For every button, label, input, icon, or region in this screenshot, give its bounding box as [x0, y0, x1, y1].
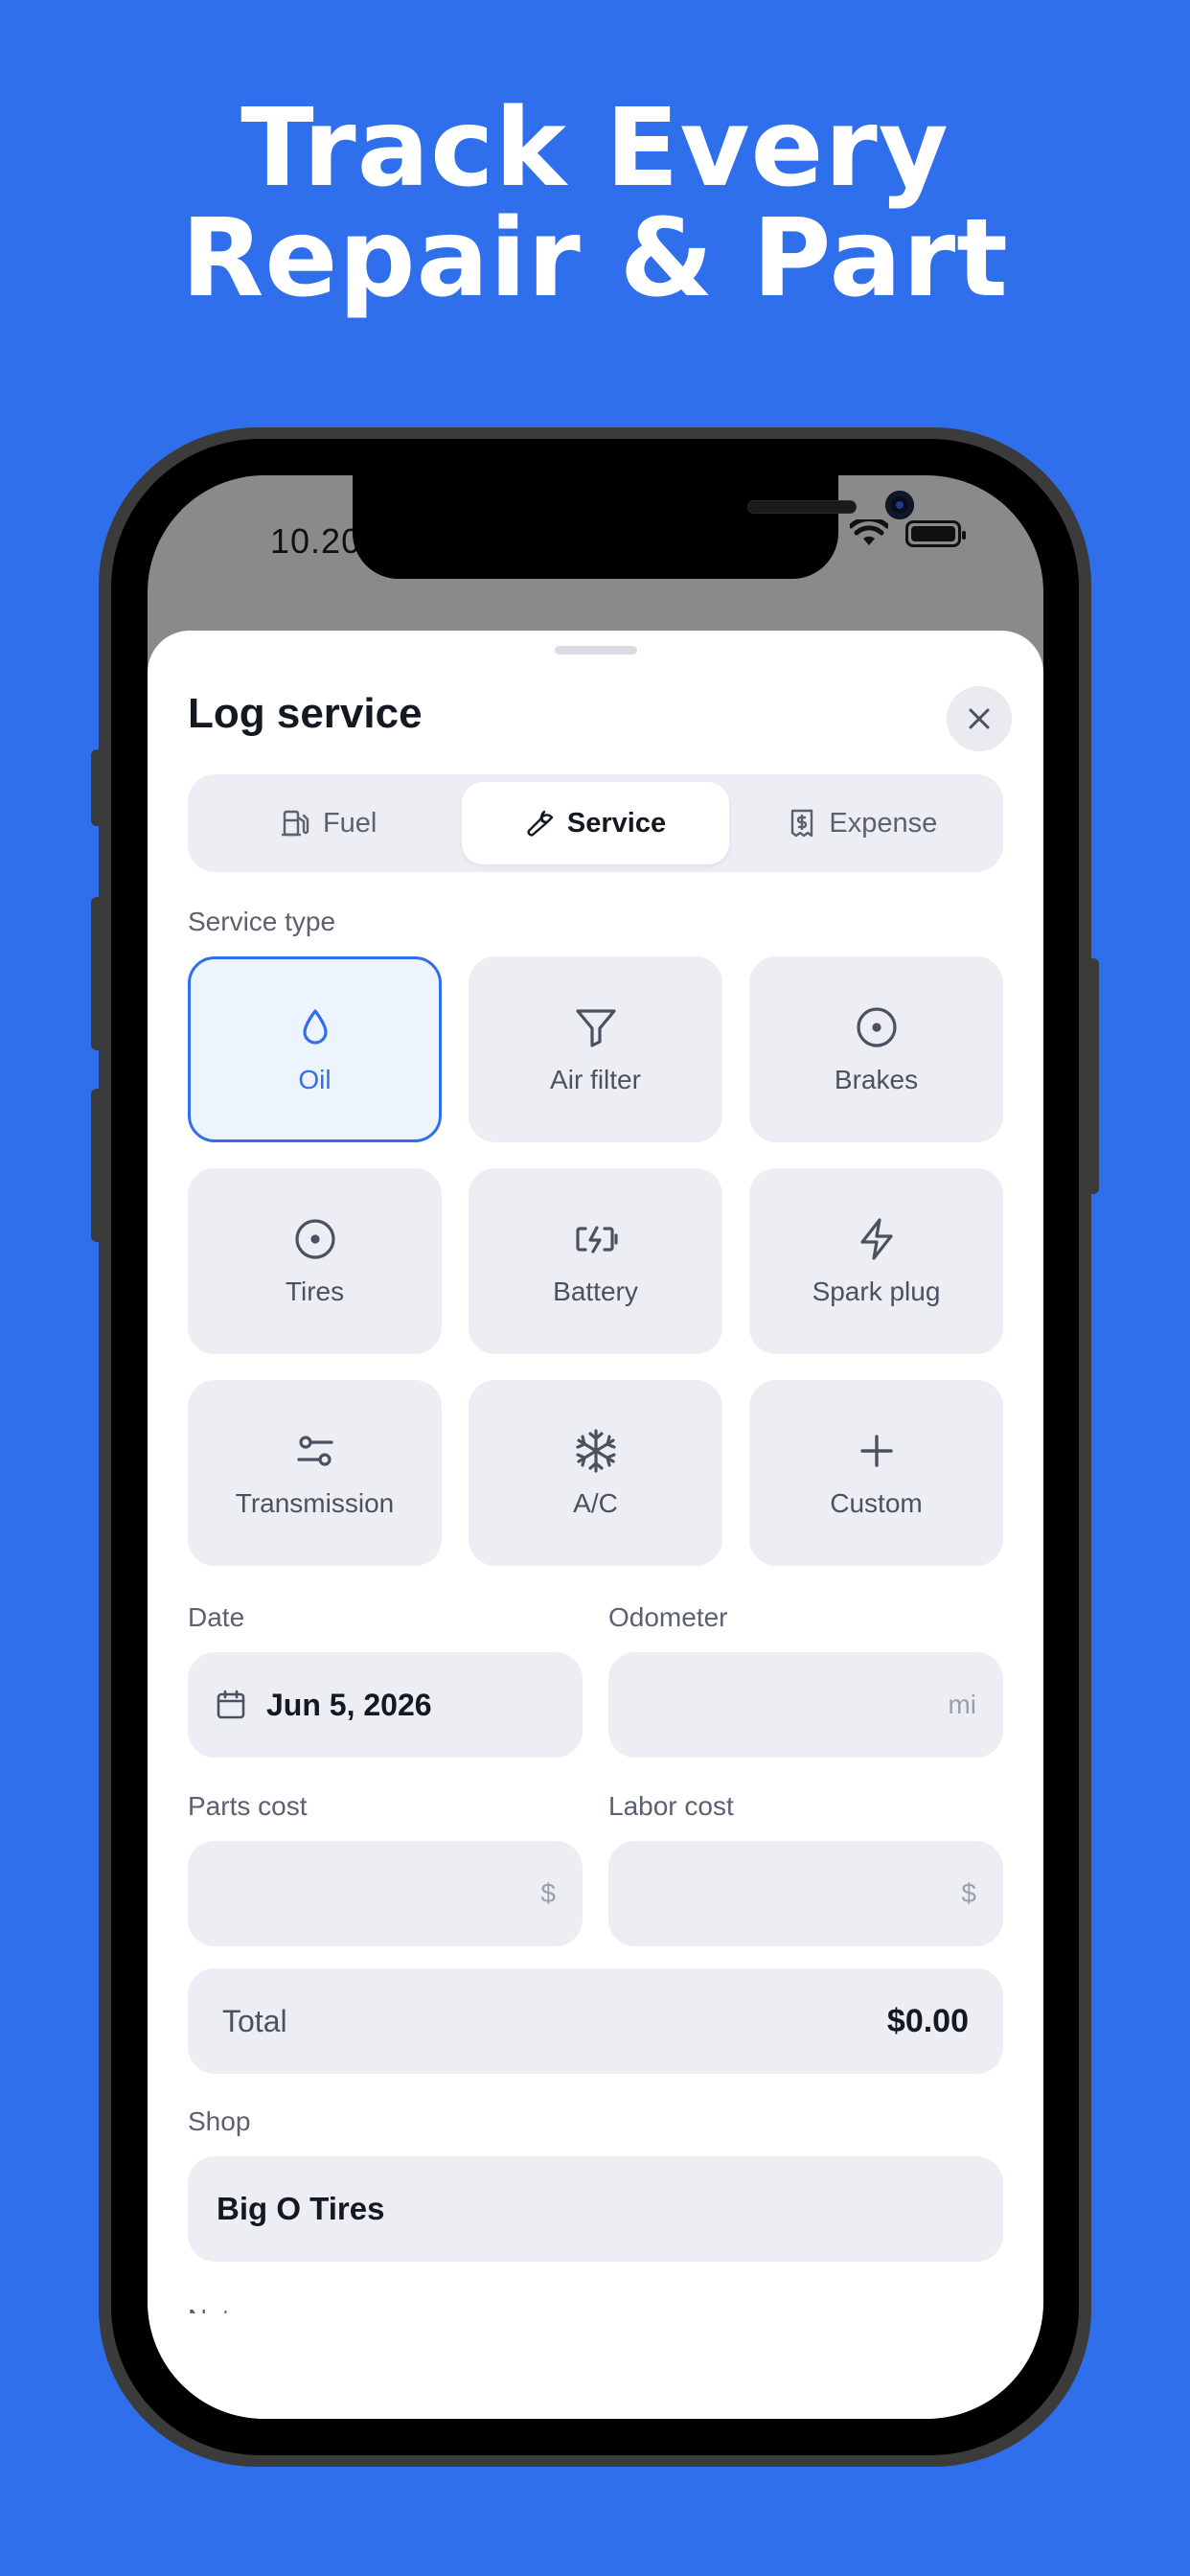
speaker-grille: [747, 500, 857, 514]
parts-cost-field[interactable]: $: [188, 1841, 583, 1946]
close-button[interactable]: [947, 686, 1012, 751]
tire-icon: [294, 1219, 335, 1259]
filter-icon: [575, 1009, 616, 1047]
service-type-transmission[interactable]: Transmission: [188, 1380, 442, 1566]
odometer-field[interactable]: mi: [608, 1652, 1003, 1758]
service-type-transmission-label: Transmission: [235, 1488, 395, 1518]
service-type-oil-label: Oil: [298, 1065, 332, 1094]
service-type-battery[interactable]: Battery: [469, 1168, 722, 1354]
service-type-spark-plug-label: Spark plug: [812, 1276, 941, 1306]
close-icon: [969, 708, 990, 729]
total-value: $0.00: [886, 2002, 969, 2039]
volume-down-button: [91, 1089, 104, 1242]
shop-label: Shop: [188, 2106, 251, 2136]
date-field[interactable]: Jun 5, 2026: [188, 1652, 583, 1758]
odometer-label: Odometer: [608, 1602, 728, 1632]
oil-drop-icon: [302, 1009, 328, 1045]
service-type-tires-label: Tires: [285, 1276, 345, 1306]
phone-screen: 10.20 Log service Fuel Service Expense S…: [148, 475, 1043, 2419]
service-type-ac-label: A/C: [573, 1488, 618, 1518]
log-service-sheet: Log service Fuel Service Expense Service…: [148, 631, 1043, 2419]
labor-cost-unit: $: [961, 1878, 976, 1908]
mute-switch: [91, 749, 104, 826]
sliders-icon: [296, 1436, 333, 1466]
shop-field[interactable]: Big O Tires: [188, 2156, 1003, 2262]
power-button: [1086, 958, 1099, 1194]
headline-line-1: Track Every: [240, 86, 950, 211]
wifi-icon: [850, 519, 888, 545]
wrench-icon: [527, 810, 554, 837]
plus-icon: [859, 1435, 893, 1467]
tab-fuel-label: Fuel: [322, 807, 378, 839]
service-type-oil[interactable]: Oil: [188, 956, 442, 1142]
tab-service-label: Service: [566, 807, 667, 839]
tab-fuel[interactable]: Fuel: [195, 782, 462, 864]
total-label: Total: [222, 2003, 287, 2038]
receipt-dollar-icon: [791, 809, 813, 838]
volume-up-button: [91, 897, 104, 1050]
headline: Track Every Repair & Part: [0, 94, 1190, 314]
service-type-custom-label: Custom: [830, 1488, 923, 1518]
service-type-label: Service type: [188, 907, 336, 936]
lightning-icon: [859, 1218, 893, 1260]
notch: [353, 475, 914, 579]
sheet-title: Log service: [188, 690, 423, 737]
service-type-brakes-label: Brakes: [834, 1065, 919, 1094]
date-value: Jun 5, 2026: [266, 1687, 432, 1722]
battery-icon: [905, 520, 966, 547]
labor-cost-field[interactable]: $: [608, 1841, 1003, 1946]
service-type-ac[interactable]: A/C: [469, 1380, 722, 1566]
parts-cost-label: Parts cost: [188, 1791, 308, 1821]
service-type-spark-plug[interactable]: Spark plug: [749, 1168, 1003, 1354]
service-type-grid: Oil Air filter Brakes Tires Battery Spar…: [188, 956, 1003, 1566]
battery-charging-icon: [575, 1226, 618, 1254]
service-type-tires[interactable]: Tires: [188, 1168, 442, 1354]
total-row: Total $0.00: [188, 1968, 1003, 2074]
odometer-unit: mi: [948, 1690, 976, 1719]
parts-cost-unit: $: [540, 1878, 556, 1908]
service-type-brakes[interactable]: Brakes: [749, 956, 1003, 1142]
headline-line-2: Repair & Part: [181, 196, 1009, 321]
calendar-icon: [217, 1690, 245, 1719]
service-type-air-filter-label: Air filter: [550, 1065, 641, 1094]
labor-cost-label: Labor cost: [608, 1791, 734, 1821]
status-time: 10.20: [270, 521, 362, 561]
brake-disc-icon: [856, 1007, 897, 1047]
service-type-battery-label: Battery: [553, 1276, 638, 1306]
tab-expense[interactable]: Expense: [729, 782, 995, 864]
shop-value: Big O Tires: [217, 2191, 385, 2226]
tab-service[interactable]: Service: [462, 782, 729, 864]
log-type-tabs: Fuel Service Expense: [188, 774, 1003, 872]
front-camera: [885, 491, 914, 519]
fuel-pump-icon: [281, 810, 309, 837]
sheet-grabber[interactable]: [555, 646, 637, 655]
date-label: Date: [188, 1602, 245, 1632]
snowflake-icon: [575, 1429, 616, 1473]
service-type-custom[interactable]: Custom: [749, 1380, 1003, 1566]
notes-label: Notes: [188, 2300, 258, 2313]
tab-expense-label: Expense: [829, 807, 938, 839]
service-type-air-filter[interactable]: Air filter: [469, 956, 722, 1142]
